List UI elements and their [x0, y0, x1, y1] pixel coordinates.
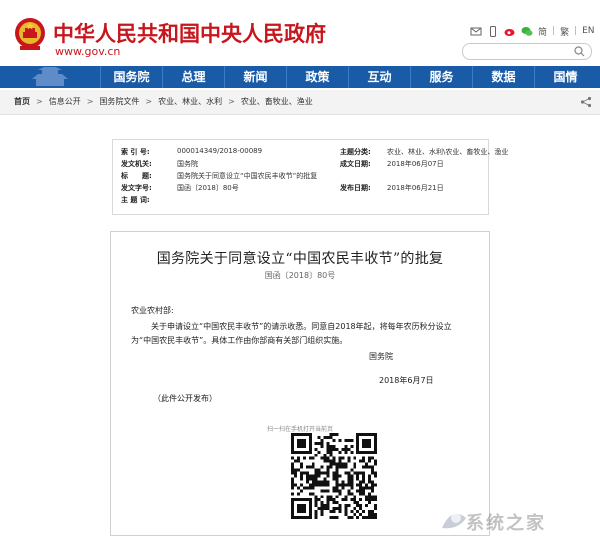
nav-item-data[interactable]: 数据	[472, 66, 534, 88]
index-label: 索 引 号:	[121, 148, 150, 156]
breadcrumb: 首页 > 信息公开 > 国务院文件 > 农业、林业、水利 > 农业、畜牧业、渔业	[0, 90, 600, 115]
chevron-right-icon: >	[228, 97, 235, 106]
nav-item-services[interactable]: 服务	[410, 66, 472, 88]
meta-row: 索 引 号: 000014349/2018-00089 主题分类: 农业、林业、…	[113, 147, 508, 159]
mobile-icon[interactable]	[487, 25, 499, 37]
breadcrumb-state-council-docs[interactable]: 国务院文件	[99, 96, 139, 107]
tiananmen-icon	[32, 67, 68, 86]
index-value: 000014349/2018-00089	[177, 147, 263, 155]
public-note: （此件公开发布）	[153, 394, 217, 403]
breadcrumb-items: 首页 > 信息公开 > 国务院文件 > 农业、林业、水利 > 农业、畜牧业、渔业	[14, 96, 313, 107]
document-title: 国务院关于同意设立“中国农民丰收节”的批复	[156, 251, 444, 267]
meta-row: 主 题 词:	[113, 195, 490, 207]
chevron-right-icon: >	[86, 97, 94, 106]
meta-row: 发文机关: 国务院 成文日期: 2018年06月07日	[113, 159, 490, 171]
nav-item-state-council[interactable]: 国务院	[100, 66, 162, 88]
nav-item-premier[interactable]: 总理	[162, 66, 224, 88]
chevron-right-icon: >	[36, 97, 43, 106]
nav-home-button[interactable]	[0, 66, 98, 88]
mail-icon[interactable]	[470, 26, 482, 37]
qr-code	[291, 433, 377, 519]
category-label: 主题分类:	[340, 148, 371, 156]
main-nav: 国务院 总理 新闻 政策 互动 服务 数据 国情	[0, 66, 600, 88]
site-title[interactable]: 中华人民共和国中央人民政府	[53, 18, 326, 48]
site-header: 中华人民共和国中央人民政府 www.gov.cn 简 | 繁 | EN	[0, 0, 600, 66]
created-date-label: 成文日期:	[340, 160, 371, 168]
document-number: 国函〔2018〕80号	[264, 271, 336, 280]
nav-item-interaction[interactable]: 互动	[348, 66, 410, 88]
site-url: www.gov.cn	[55, 45, 121, 58]
nav-item-news[interactable]: 新闻	[224, 66, 286, 88]
document-meta-table: 索 引 号: 000014349/2018-00089 主题分类: 农业、林业、…	[112, 139, 508, 215]
nav-item-national-info[interactable]: 国情	[534, 66, 596, 88]
doc-number-value: 国函〔2018〕80号	[177, 184, 239, 192]
divider: |	[552, 26, 556, 36]
body-paragraph-line: 关于申请设立“中国农民丰收节”的请示收悉。同意自2018年起，将每年农历秋分设立	[151, 322, 452, 331]
chevron-right-icon: >	[145, 97, 153, 106]
qr-caption: 扫一扫在手机打开当前页	[266, 426, 333, 433]
meta-row: 标 题: 国务院关于同意设立“中国农民丰收节”的批复	[113, 171, 490, 183]
watermark-text: 系统之家	[466, 513, 546, 534]
search-input[interactable]	[462, 43, 592, 60]
wechat-icon[interactable]	[521, 26, 533, 37]
national-emblem-icon[interactable]	[14, 17, 46, 51]
weibo-icon[interactable]	[504, 26, 516, 37]
title-label: 标 题:	[121, 172, 152, 180]
breadcrumb-info-public[interactable]: 信息公开	[49, 96, 81, 107]
breadcrumb-home[interactable]: 首页	[14, 96, 30, 107]
document-body: 国务院关于同意设立“中国农民丰收节”的批复 国函〔2018〕80号 农业农村部:…	[110, 231, 490, 536]
nav-item-policy[interactable]: 政策	[286, 66, 348, 88]
document-date: 2018年6月7日	[379, 376, 434, 385]
doc-number-label: 发文字号:	[121, 184, 152, 192]
published-date-label: 发布日期:	[340, 184, 371, 192]
divider: |	[574, 26, 578, 36]
created-date-value: 2018年06月07日	[387, 160, 444, 168]
issuer-label: 发文机关:	[121, 160, 152, 168]
addressee: 农业农村部:	[131, 306, 174, 315]
search-icon[interactable]	[574, 46, 585, 57]
lang-english-link[interactable]: EN	[582, 26, 594, 36]
share-icon[interactable]	[580, 96, 592, 108]
breadcrumb-agri-forestry-water[interactable]: 农业、林业、水利	[158, 96, 222, 107]
nav-items: 国务院 总理 新闻 政策 互动 服务 数据 国情	[100, 66, 596, 88]
title-value: 国务院关于同意设立“中国农民丰收节”的批复	[177, 172, 318, 180]
signature: 国务院	[369, 352, 393, 361]
category-value: 农业、林业、水利\农业、畜牧业、渔业	[387, 148, 509, 156]
published-date-value: 2018年06月21日	[387, 184, 444, 192]
meta-row: 发文字号: 国函〔2018〕80号 发布日期: 2018年06月21日	[113, 183, 490, 195]
lang-simplified-link[interactable]: 简	[538, 25, 547, 38]
body-paragraph-line: 为“中国农民丰收节”。具体工作由你部商有关部门组织实施。	[131, 336, 348, 345]
header-utilities: 简 | 繁 | EN	[470, 24, 595, 38]
breadcrumb-agri-livestock-fishery[interactable]: 农业、畜牧业、渔业	[241, 96, 313, 107]
issuer-value: 国务院	[177, 160, 198, 168]
lang-traditional-link[interactable]: 繁	[560, 25, 569, 38]
keywords-label: 主 题 词:	[121, 196, 150, 204]
